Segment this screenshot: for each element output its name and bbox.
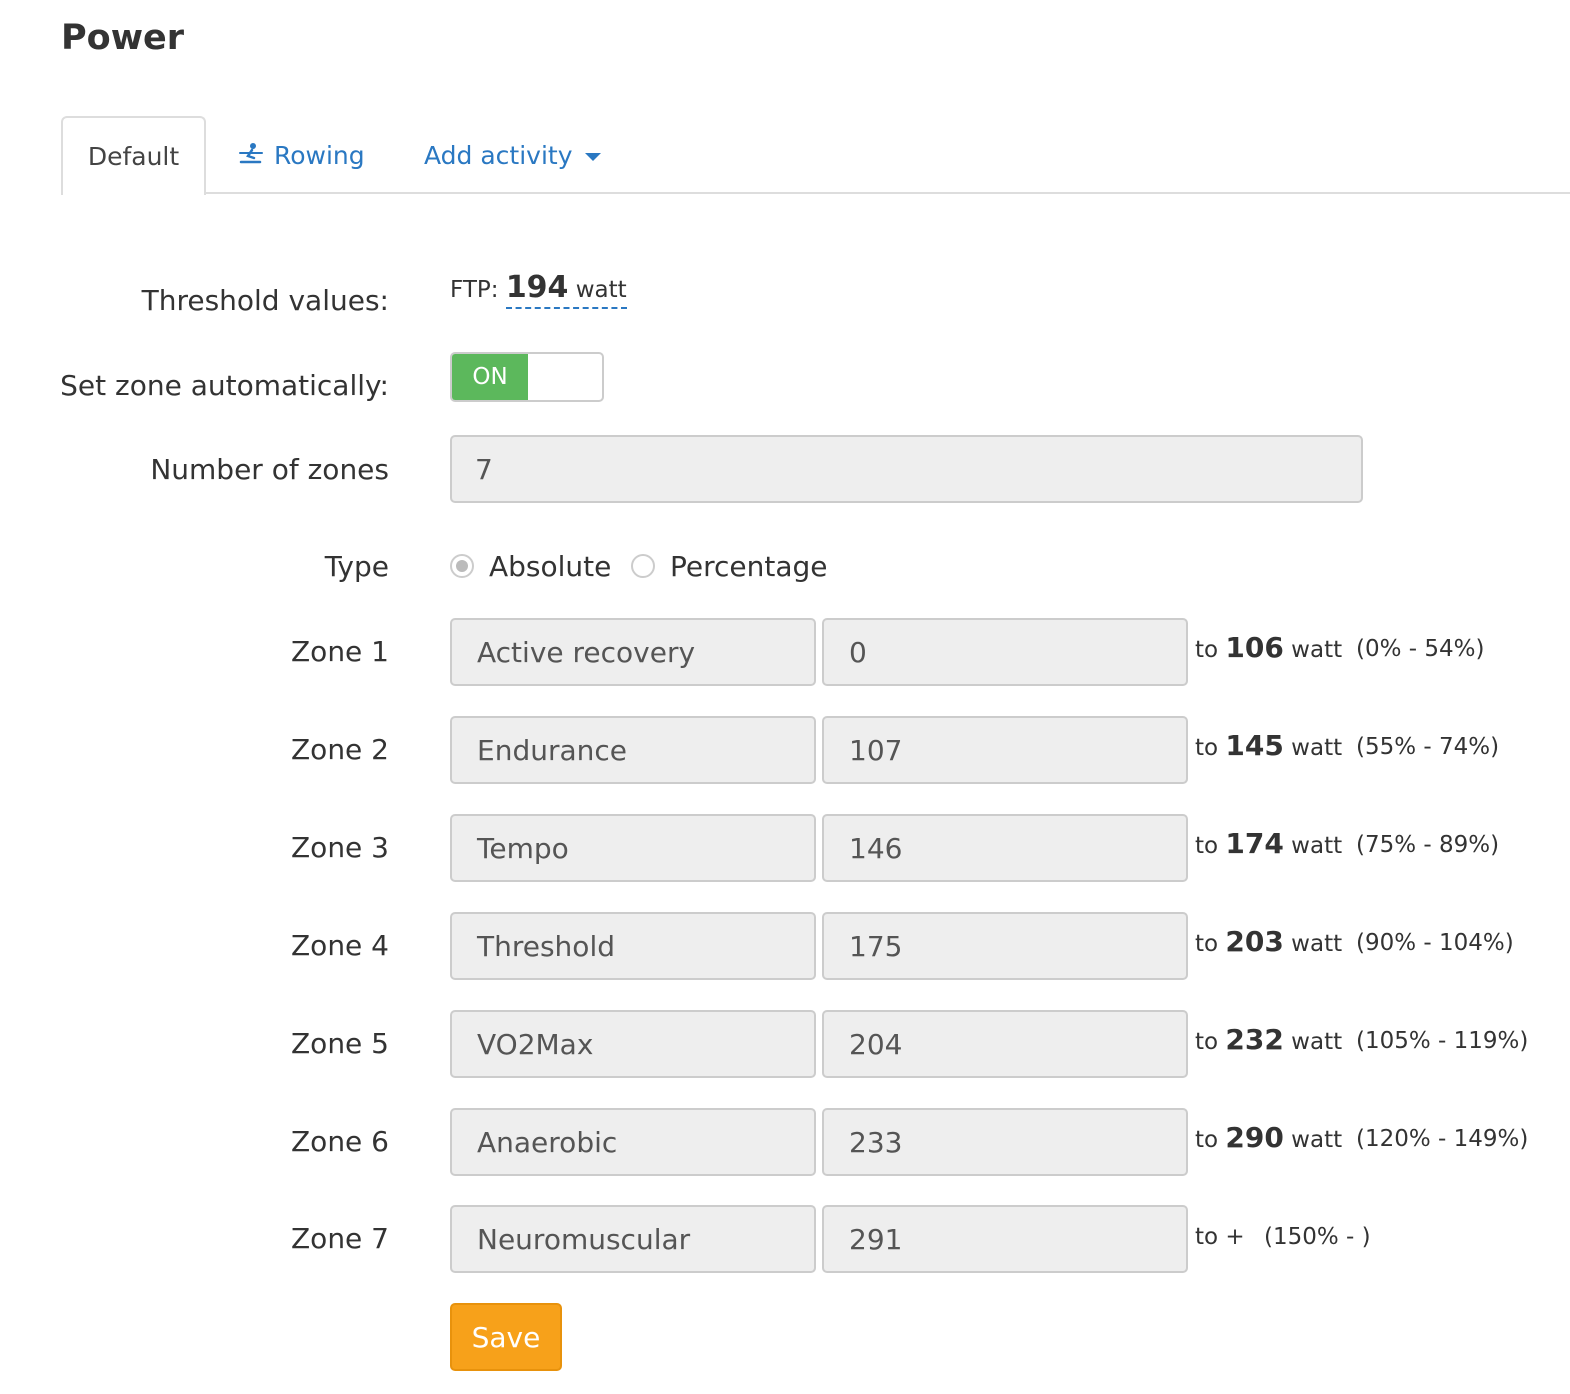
- zone-name-input[interactable]: Threshold: [450, 912, 816, 980]
- zone-from-input[interactable]: 291: [822, 1205, 1188, 1273]
- zone-percent: (105% - 119%): [1356, 1028, 1529, 1054]
- zone-from-input[interactable]: 0: [822, 618, 1188, 686]
- zone-label: Zone 1: [291, 635, 389, 668]
- zone-name-input[interactable]: Active recovery: [450, 618, 816, 686]
- tab-add-activity[interactable]: Add activity: [424, 116, 601, 194]
- zone-from-input[interactable]: 146: [822, 814, 1188, 882]
- zone-percent: (150% - ): [1264, 1224, 1371, 1250]
- tab-label: Rowing: [274, 140, 365, 170]
- type-percentage-label: Percentage: [670, 550, 828, 583]
- zone-to-text: to +: [1195, 1224, 1245, 1250]
- to-prefix: to: [1195, 931, 1219, 957]
- zone-name-input[interactable]: Neuromuscular: [450, 1205, 816, 1273]
- tab-label: Add activity: [424, 140, 573, 170]
- zone-name-input[interactable]: Tempo: [450, 814, 816, 882]
- tab-rowing[interactable]: Rowing: [238, 116, 365, 194]
- zone-to-text: to 106 watt: [1195, 631, 1342, 664]
- zone-name-input[interactable]: Endurance: [450, 716, 816, 784]
- to-unit: watt: [1291, 833, 1343, 859]
- zone-name-input[interactable]: VO2Max: [450, 1010, 816, 1078]
- type-label: Type: [324, 550, 389, 583]
- ftp-unit: watt: [575, 277, 627, 303]
- zone-label: Zone 5: [291, 1027, 389, 1060]
- to-unit: watt: [1291, 735, 1343, 761]
- zone-percent: (55% - 74%): [1356, 734, 1500, 760]
- save-button[interactable]: Save: [450, 1303, 562, 1371]
- toggle-on-state: ON: [452, 354, 528, 400]
- ftp-number: 194: [505, 270, 569, 305]
- zone-from-input[interactable]: 204: [822, 1010, 1188, 1078]
- zone-to-text: to 232 watt: [1195, 1023, 1342, 1056]
- zone-label: Zone 7: [291, 1222, 389, 1255]
- to-prefix: to: [1195, 833, 1219, 859]
- auto-zone-toggle[interactable]: ON: [450, 352, 604, 402]
- to-unit: watt: [1291, 637, 1343, 663]
- rowing-icon: [239, 143, 263, 164]
- threshold-label: Threshold values:: [141, 284, 389, 317]
- to-value: 290: [1225, 1121, 1284, 1154]
- ftp-value[interactable]: FTP: 194 watt: [450, 270, 627, 309]
- caret-down-icon: [584, 153, 601, 161]
- to-prefix: to +: [1195, 1224, 1245, 1250]
- to-value: 174: [1225, 827, 1284, 860]
- to-value: 106: [1225, 631, 1284, 664]
- to-prefix: to: [1195, 637, 1219, 663]
- zone-to-text: to 145 watt: [1195, 729, 1342, 762]
- zone-label: Zone 6: [291, 1125, 389, 1158]
- zone-count-input[interactable]: 7: [450, 435, 1363, 503]
- zone-count-label: Number of zones: [150, 453, 389, 486]
- zone-from-input[interactable]: 175: [822, 912, 1188, 980]
- ftp-editable[interactable]: 194 watt: [505, 270, 627, 309]
- zone-to-text: to 174 watt: [1195, 827, 1342, 860]
- to-prefix: to: [1195, 1127, 1219, 1153]
- page-title: Power: [61, 18, 185, 58]
- zone-percent: (0% - 54%): [1356, 636, 1485, 662]
- to-unit: watt: [1291, 1127, 1343, 1153]
- zone-from-input[interactable]: 107: [822, 716, 1188, 784]
- ftp-prefix: FTP:: [450, 277, 499, 303]
- auto-zone-label: Set zone automatically:: [60, 369, 389, 402]
- to-prefix: to: [1195, 1029, 1219, 1055]
- type-absolute-label: Absolute: [489, 550, 612, 583]
- to-unit: watt: [1291, 931, 1343, 957]
- to-unit: watt: [1291, 1029, 1343, 1055]
- zone-percent: (90% - 104%): [1356, 930, 1514, 956]
- to-prefix: to: [1195, 735, 1219, 761]
- zone-to-text: to 203 watt: [1195, 925, 1342, 958]
- zone-label: Zone 4: [291, 929, 389, 962]
- tab-default[interactable]: Default: [61, 116, 206, 195]
- type-percentage-radio[interactable]: [631, 554, 655, 578]
- zone-from-input[interactable]: 233: [822, 1108, 1188, 1176]
- zone-label: Zone 2: [291, 733, 389, 766]
- to-value: 145: [1225, 729, 1284, 762]
- zone-percent: (120% - 149%): [1356, 1126, 1529, 1152]
- zone-percent: (75% - 89%): [1356, 832, 1500, 858]
- tab-label: Default: [87, 142, 180, 171]
- zone-name-input[interactable]: Anaerobic: [450, 1108, 816, 1176]
- to-value: 232: [1225, 1023, 1284, 1056]
- zone-label: Zone 3: [291, 831, 389, 864]
- to-value: 203: [1225, 925, 1284, 958]
- zone-to-text: to 290 watt: [1195, 1121, 1342, 1154]
- type-absolute-radio[interactable]: [450, 554, 474, 578]
